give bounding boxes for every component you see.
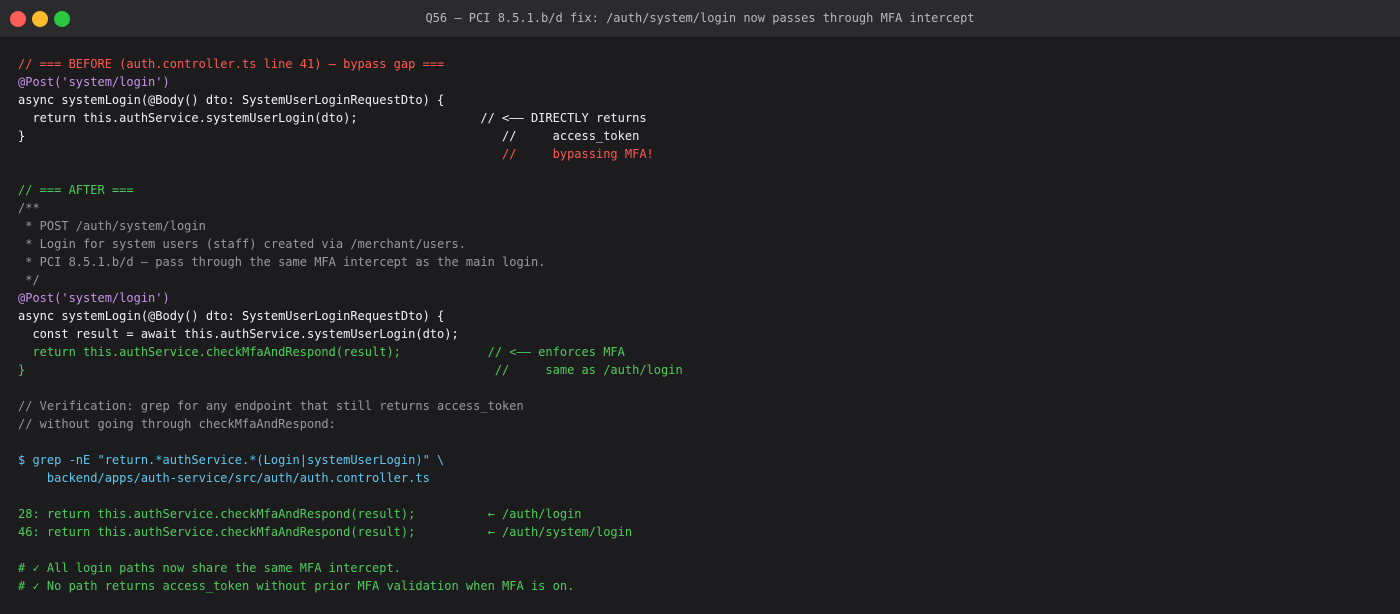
code-line: } // access_token bbox=[18, 129, 640, 143]
code-line: async systemLogin(@Body() dto: SystemUse… bbox=[18, 309, 445, 323]
code-line: 46: return this.authService.checkMfaAndR… bbox=[18, 525, 633, 539]
code-line: 28: return this.authService.checkMfaAndR… bbox=[18, 507, 582, 521]
code-line: $ grep -nE "return.*authService.*(Login|… bbox=[18, 453, 445, 467]
code-output[interactable]: // === BEFORE (auth.controller.ts line 4… bbox=[18, 55, 683, 595]
code-line: # ✓ No path returns access_token without… bbox=[18, 579, 575, 593]
code-line: return this.authService.systemUserLogin(… bbox=[18, 111, 647, 125]
code-line: // without going through checkMfaAndResp… bbox=[18, 417, 336, 431]
code-line: @Post('system/login') bbox=[18, 291, 170, 305]
code-line: // bypassing MFA! bbox=[18, 147, 654, 161]
code-line: * PCI 8.5.1.b/d — pass through the same … bbox=[18, 255, 546, 269]
terminal-window: Q56 — PCI 8.5.1.b/d fix: /auth/system/lo… bbox=[0, 0, 1400, 614]
code-line: // === BEFORE (auth.controller.ts line 4… bbox=[18, 57, 445, 71]
code-line: // Verification: grep for any endpoint t… bbox=[18, 399, 524, 413]
code-line: } // same as /auth/login bbox=[18, 363, 683, 377]
code-line: const result = await this.authService.sy… bbox=[18, 327, 459, 341]
code-line: # ✓ All login paths now share the same M… bbox=[18, 561, 401, 575]
code-line: // === AFTER === bbox=[18, 183, 134, 197]
code-line: * POST /auth/system/login bbox=[18, 219, 206, 233]
code-line: /** bbox=[18, 201, 40, 215]
code-line: async systemLogin(@Body() dto: SystemUse… bbox=[18, 93, 445, 107]
code-line: */ bbox=[18, 273, 40, 287]
code-line: * Login for system users (staff) created… bbox=[18, 237, 466, 251]
code-line: @Post('system/login') bbox=[18, 75, 170, 89]
window-title: Q56 — PCI 8.5.1.b/d fix: /auth/system/lo… bbox=[425, 11, 975, 25]
title-bar: Q56 — PCI 8.5.1.b/d fix: /auth/system/lo… bbox=[0, 0, 1400, 38]
code-line: backend/apps/auth-service/src/auth/auth.… bbox=[18, 471, 430, 485]
code-line: return this.authService.checkMfaAndRespo… bbox=[18, 345, 625, 359]
